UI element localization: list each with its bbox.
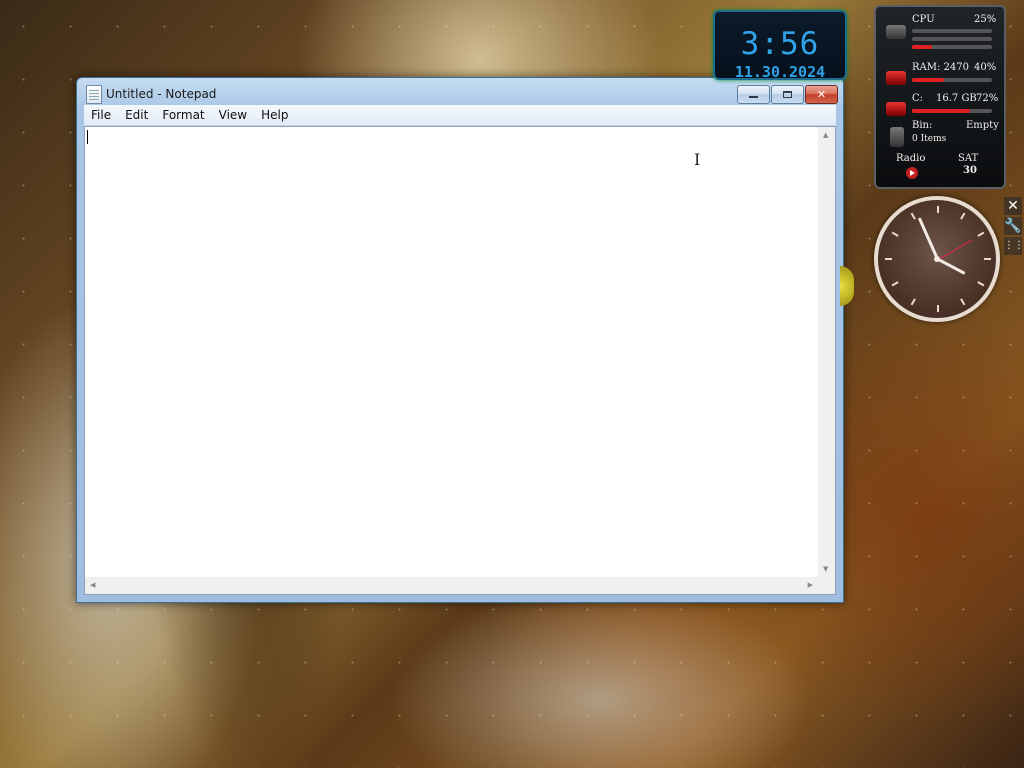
yellow-gadget-edge (840, 266, 854, 306)
bin-status: Empty (966, 120, 999, 131)
recycle-bin-icon[interactable] (890, 127, 904, 147)
minute-hand (917, 217, 939, 260)
wrench-icon[interactable]: 🔧 (1004, 217, 1022, 235)
cpu-value: 25% (974, 14, 997, 25)
clock-tick (885, 258, 892, 260)
clock-tick (891, 231, 899, 237)
bin-label: Bin: (912, 120, 933, 131)
clock-time: 3:56 (740, 26, 820, 62)
clock-tick (960, 298, 966, 306)
day-number: 30 (963, 165, 977, 176)
clock-tick (977, 281, 985, 287)
caption-buttons: ✕ (737, 85, 838, 104)
menu-help[interactable]: Help (254, 106, 295, 125)
gadget-close-icon[interactable]: ✕ (1004, 197, 1022, 215)
horizontal-scrollbar[interactable]: ◀ ▶ (85, 577, 818, 594)
system-meter-gadget[interactable]: CPU 25% RAM: 2470 40% C: 16.7 GB 72% Bin… (874, 5, 1006, 189)
scroll-left-arrow-icon[interactable]: ◀ (90, 581, 95, 589)
menu-bar: File Edit Format View Help (84, 105, 836, 126)
scroll-right-arrow-icon[interactable]: ▶ (808, 581, 813, 589)
minimize-icon (749, 96, 758, 98)
scroll-up-arrow-icon[interactable]: ▲ (823, 131, 828, 139)
editor-frame: ▲ ▼ ◀ ▶ (84, 126, 836, 595)
cpu-bar-fill (912, 45, 932, 49)
day-label: SAT (958, 153, 979, 164)
ram-label: RAM: 2470 (912, 62, 969, 73)
i-beam-cursor-icon: I (694, 150, 701, 169)
radio-play-icon[interactable] (906, 167, 918, 179)
clock-tick (984, 258, 991, 260)
clock-date: 11.30.2024 (734, 63, 826, 80)
clock-tick (891, 281, 899, 287)
drive-bar-fill (912, 109, 970, 113)
clock-tick (937, 305, 939, 312)
cpu-icon (886, 25, 906, 39)
cpu-label: CPU (912, 14, 935, 25)
text-caret (87, 130, 88, 144)
clock-tick (910, 212, 916, 220)
drive-value: 72% (976, 93, 999, 104)
menu-view[interactable]: View (212, 106, 254, 125)
clock-tick (937, 206, 939, 213)
drive-icon (886, 102, 906, 116)
clock-tick (960, 212, 966, 220)
clock-hub (934, 256, 940, 262)
window-title: Untitled - Notepad (106, 87, 217, 101)
minimize-button[interactable] (737, 85, 770, 104)
ram-icon (886, 71, 906, 85)
ram-bar-fill (912, 78, 944, 82)
ram-value: 40% (974, 62, 997, 73)
cpu-bar-track (912, 29, 992, 33)
clock-tick (910, 298, 916, 306)
bin-items: 0 Items (912, 134, 947, 144)
close-button[interactable]: ✕ (805, 85, 838, 104)
scroll-down-arrow-icon[interactable]: ▼ (823, 565, 828, 573)
drive-size: 16.7 GB (936, 93, 977, 104)
menu-format[interactable]: Format (155, 106, 211, 125)
maximize-icon (783, 91, 792, 98)
menu-edit[interactable]: Edit (118, 106, 155, 125)
clock-tick (977, 231, 985, 237)
drag-grip-icon[interactable]: ⋮⋮ (1004, 237, 1024, 255)
notepad-window[interactable]: Untitled - Notepad ✕ File Edit Format Vi… (76, 77, 844, 603)
drive-label: C: (912, 93, 924, 104)
close-icon: ✕ (816, 88, 827, 101)
maximize-button[interactable] (771, 85, 804, 104)
cpu-bar-track-2 (912, 37, 992, 41)
radio-label: Radio (896, 153, 926, 164)
analog-clock-gadget[interactable] (874, 196, 1000, 322)
hour-hand (936, 257, 966, 275)
menu-file[interactable]: File (84, 106, 118, 125)
resize-grip-icon[interactable] (818, 577, 835, 594)
digital-clock-gadget[interactable]: 3:56 11.30.2024 (713, 10, 847, 80)
vertical-scrollbar[interactable]: ▲ ▼ (818, 127, 835, 577)
second-hand (937, 239, 973, 261)
text-editor-area[interactable] (85, 127, 818, 577)
notepad-icon (86, 85, 102, 104)
